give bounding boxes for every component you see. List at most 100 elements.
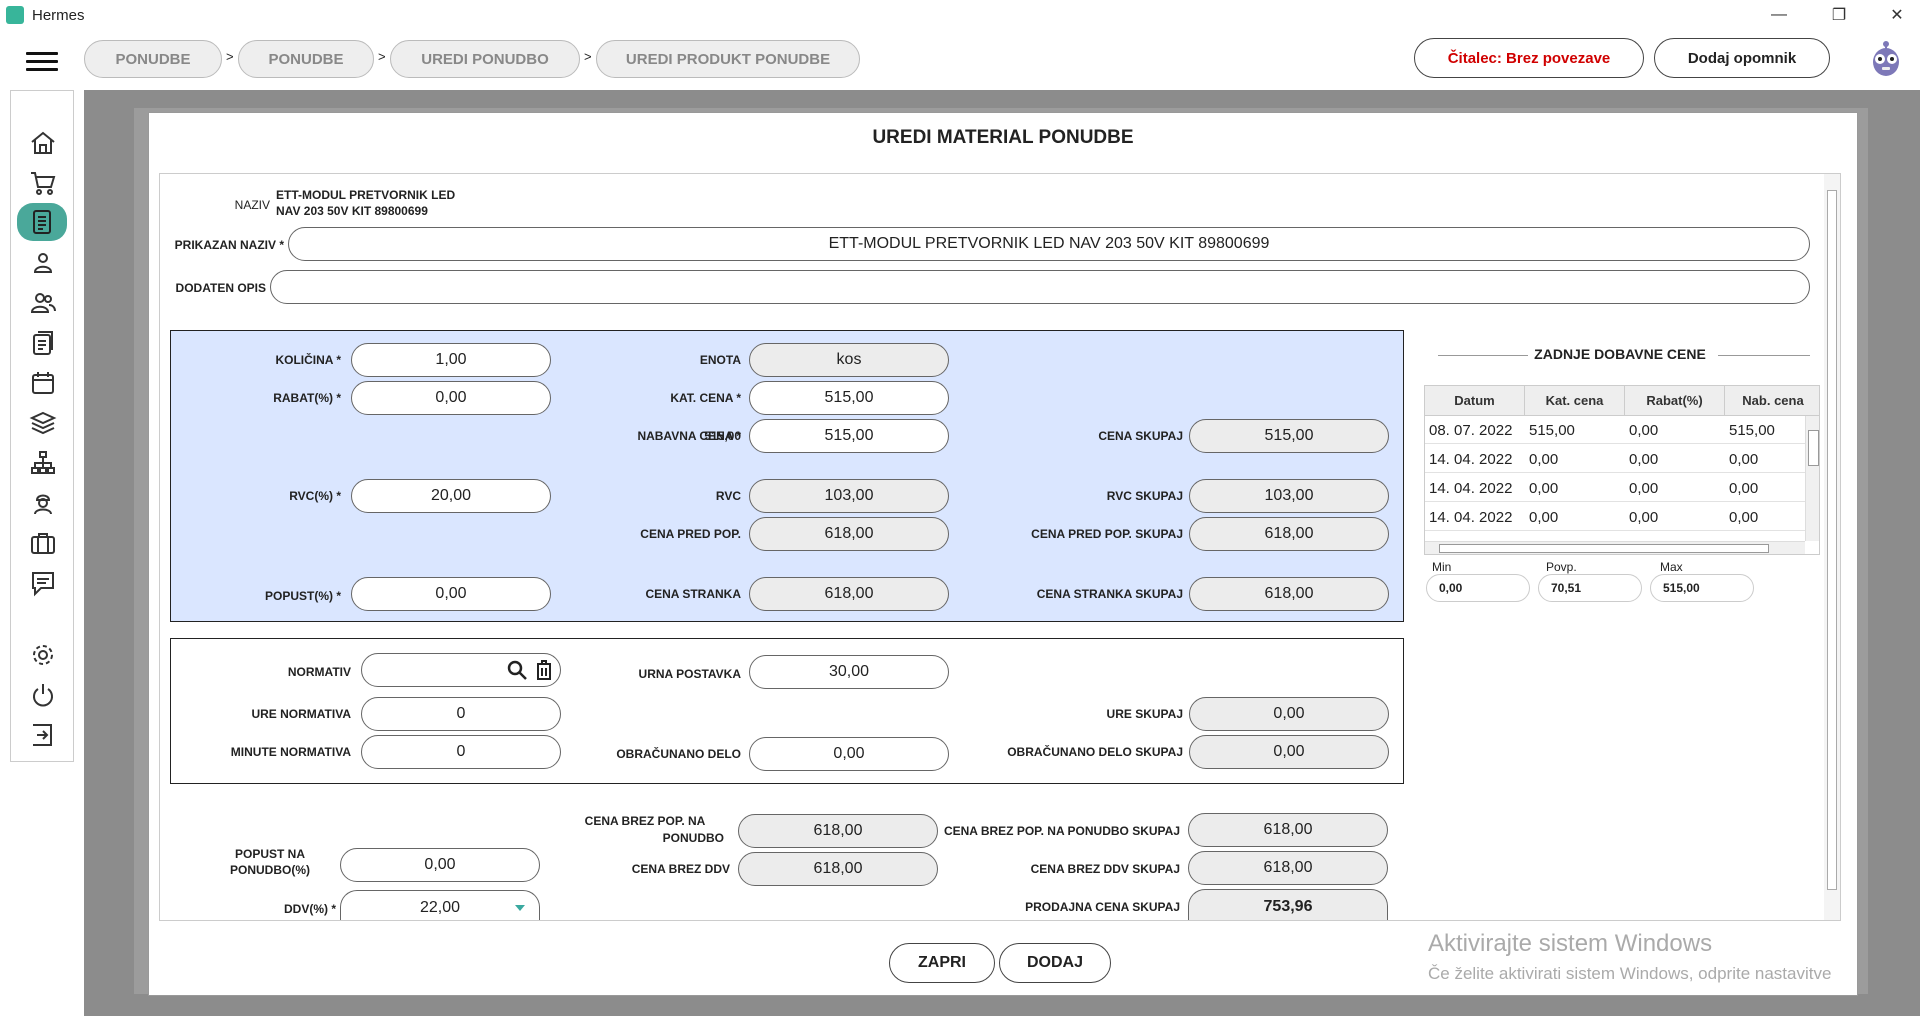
cell: 515,00 bbox=[1529, 421, 1575, 439]
popust-ponudbo-input[interactable]: 0,00 bbox=[340, 848, 540, 882]
calendar-icon[interactable] bbox=[27, 367, 59, 399]
kat-cena-input[interactable]: 515,00 bbox=[749, 381, 949, 415]
power-icon[interactable] bbox=[27, 679, 59, 711]
add-button[interactable]: DODAJ bbox=[999, 943, 1111, 983]
hamburger-menu-icon[interactable] bbox=[26, 52, 58, 72]
cell: 0,00 bbox=[1629, 508, 1659, 526]
brez-ddv-skupaj-label: CENA BREZ DDV SKUPAJ bbox=[1030, 862, 1180, 876]
home-icon[interactable] bbox=[27, 127, 59, 159]
add-reminder-button[interactable]: Dodaj opomnik bbox=[1654, 38, 1830, 78]
reader-status-button[interactable]: Čitalec: Brez povezave bbox=[1414, 38, 1644, 78]
col-rabat[interactable]: Rabat(%) bbox=[1625, 386, 1725, 416]
table-vertical-scrollbar[interactable] bbox=[1805, 416, 1819, 541]
windows-watermark-title: Aktivirajte sistem Windows bbox=[1428, 930, 1713, 957]
rvc-percent-input[interactable]: 20,00 bbox=[351, 479, 551, 513]
brez-pop-field: 618,00 bbox=[738, 814, 938, 848]
modal-scrollbar[interactable] bbox=[1824, 174, 1840, 920]
cell: 0,00 bbox=[1729, 508, 1759, 526]
cena-stranka-skupaj-label: CENA STRANKA SKUPAJ bbox=[1036, 587, 1183, 601]
gear-icon[interactable] bbox=[27, 639, 59, 671]
users-icon[interactable] bbox=[27, 287, 59, 319]
cena-pred-pop-field: 618,00 bbox=[749, 517, 949, 551]
max-label: Max bbox=[1660, 560, 1683, 574]
search-icon[interactable] bbox=[506, 659, 528, 681]
brez-ddv-field: 618,00 bbox=[738, 852, 938, 886]
logout-icon[interactable] bbox=[27, 719, 59, 751]
modal-title: UREDI MATERIAL PONUDBE bbox=[872, 127, 1134, 148]
document-icon[interactable] bbox=[17, 203, 67, 241]
popust-label: POPUST(%) * bbox=[264, 589, 341, 603]
user-avatar[interactable] bbox=[1868, 38, 1904, 78]
minute-normativa-input[interactable]: 0 bbox=[361, 735, 561, 769]
popust-input[interactable]: 0,00 bbox=[351, 577, 551, 611]
cell: 14. 04. 2022 bbox=[1429, 450, 1513, 468]
normativ-input[interactable] bbox=[361, 653, 561, 687]
cena-pred-pop-skupaj-field: 618,00 bbox=[1189, 517, 1389, 551]
naziv-line2: NAV 203 50V KIT 89800699 bbox=[276, 204, 428, 218]
dodaten-opis-input[interactable] bbox=[270, 270, 1810, 304]
obracunano-delo-skupaj-field: 0,00 bbox=[1189, 735, 1389, 769]
rvc-label: RVC bbox=[715, 489, 741, 503]
avg-label: Povp. bbox=[1546, 560, 1577, 574]
prikazan-naziv-label: PRIKAZAN NAZIV * bbox=[174, 238, 284, 252]
list-icon[interactable] bbox=[27, 327, 59, 359]
briefcase-icon[interactable] bbox=[27, 527, 59, 559]
breadcrumb-separator: > bbox=[584, 49, 592, 64]
breadcrumb-uredi-ponudbo[interactable]: UREDI PONUDBO bbox=[390, 40, 580, 78]
prikazan-naziv-input[interactable]: ETT-MODUL PRETVORNIK LED NAV 203 50V KIT… bbox=[288, 227, 1810, 261]
trash-icon[interactable] bbox=[534, 659, 554, 681]
ddv-label: DDV(%) * bbox=[283, 902, 336, 916]
brez-pop-skupaj-field: 618,00 bbox=[1188, 813, 1388, 847]
cell: 0,00 bbox=[1529, 479, 1559, 497]
kolicina-label: KOLIČINA * bbox=[275, 353, 341, 367]
minimize-button[interactable]: — bbox=[1756, 0, 1802, 30]
rabat-input[interactable]: 0,00 bbox=[351, 381, 551, 415]
cell: 0,00 bbox=[1529, 508, 1559, 526]
rvc-skupaj-field: 103,00 bbox=[1189, 479, 1389, 513]
minute-normativa-label: MINUTE NORMATIVA bbox=[230, 745, 351, 759]
worker-icon[interactable] bbox=[27, 487, 59, 519]
urna-postavka-input[interactable]: 30,00 bbox=[749, 655, 949, 689]
cell: 0,00 bbox=[1729, 479, 1759, 497]
ddv-select[interactable]: 22,00 bbox=[340, 890, 540, 920]
table-horizontal-scrollbar[interactable] bbox=[1425, 541, 1805, 554]
dropdown-arrow-icon[interactable] bbox=[515, 905, 525, 911]
price-section: KOLIČINA * 1,00 RABAT(%) * 0,00 RVC(%) *… bbox=[170, 330, 1404, 622]
naziv-line1: ETT-MODUL PRETVORNIK LED bbox=[276, 188, 456, 202]
brez-pop-label-1: CENA BREZ POP. NA bbox=[584, 814, 706, 828]
chat-icon[interactable] bbox=[27, 567, 59, 599]
app-logo-icon bbox=[6, 6, 24, 24]
breadcrumb-separator: > bbox=[378, 49, 386, 64]
rvc-field: 103,00 bbox=[749, 479, 949, 513]
dodaten-opis-label: DODATEN OPIS bbox=[175, 281, 266, 295]
cell: 0,00 bbox=[1629, 421, 1659, 439]
kolicina-input[interactable]: 1,00 bbox=[351, 343, 551, 377]
breadcrumb-ponudbe-2[interactable]: PONUDBE bbox=[238, 40, 374, 78]
maximize-button[interactable]: ❐ bbox=[1816, 0, 1862, 30]
obracunano-delo-skupaj-label: OBRAČUNANO DELO SKUPAJ bbox=[1007, 745, 1183, 759]
layers-icon[interactable] bbox=[27, 407, 59, 439]
ure-normativa-input[interactable]: 0 bbox=[361, 697, 561, 731]
avg-field: 70,51 bbox=[1538, 574, 1642, 602]
user-icon[interactable] bbox=[27, 247, 59, 279]
min-field: 0,00 bbox=[1426, 574, 1530, 602]
modal-content: NAZIV ETT-MODUL PRETVORNIK LED NAV 203 5… bbox=[159, 173, 1841, 921]
breadcrumb-uredi-produkt[interactable]: UREDI PRODUKT PONUDBE bbox=[596, 40, 860, 78]
cena-stranka-skupaj-field: 618,00 bbox=[1189, 577, 1389, 611]
brez-pop-label-2: PONUDBO bbox=[662, 831, 724, 845]
col-nab-cena[interactable]: Nab. cena bbox=[1725, 386, 1819, 416]
obracunano-delo-input[interactable]: 0,00 bbox=[749, 737, 949, 771]
breadcrumb-ponudbe-1[interactable]: PONUDBE bbox=[84, 40, 222, 78]
close-button[interactable]: ZAPRI bbox=[889, 943, 995, 983]
nabavna-cena-input[interactable]: 515,00 bbox=[749, 419, 949, 453]
nabavna-cena-label: NABAVNA CENA * bbox=[637, 429, 741, 443]
popust-ponudbo-label-1: POPUST NA bbox=[234, 847, 305, 861]
col-kat-cena[interactable]: Kat. cena bbox=[1525, 386, 1625, 416]
cart-icon[interactable] bbox=[27, 167, 59, 199]
close-window-button[interactable]: ✕ bbox=[1874, 0, 1920, 30]
col-datum[interactable]: Datum bbox=[1425, 386, 1525, 416]
cena-pred-pop-label: CENA PRED POP. bbox=[640, 527, 741, 541]
hierarchy-icon[interactable] bbox=[27, 447, 59, 479]
labor-section: NORMATIV URE NORMATIVA 0 MINUTE NORMATIV… bbox=[170, 638, 1404, 784]
enota-field: kos bbox=[749, 343, 949, 377]
